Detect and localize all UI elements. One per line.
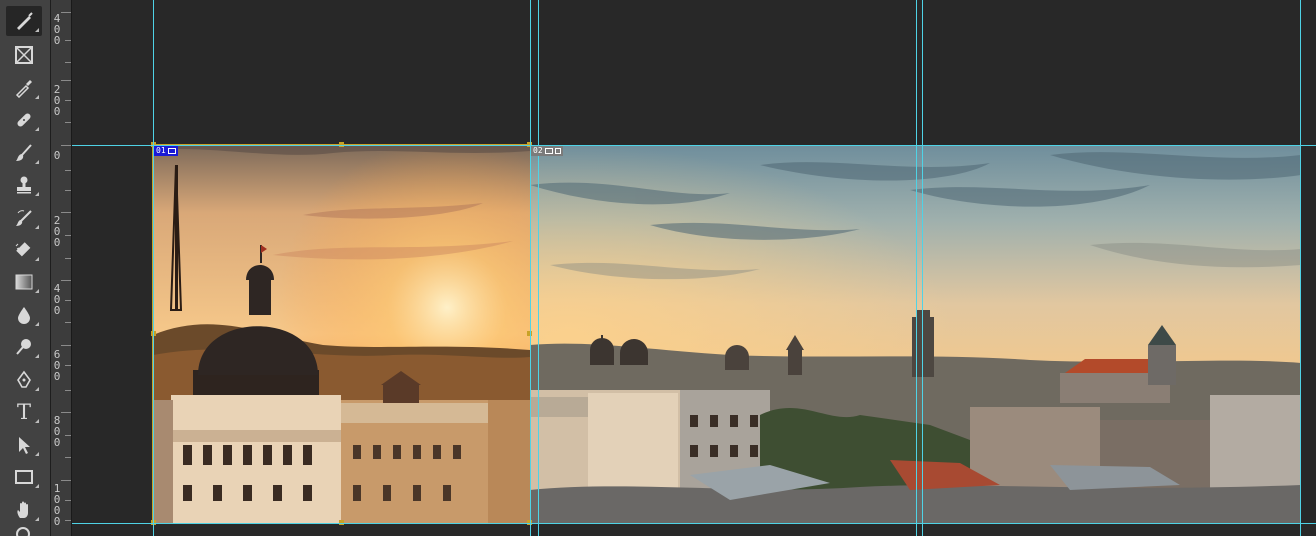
history-brush-icon [16,210,32,226]
pen-tool[interactable] [6,365,42,395]
ruler-label: 2 0 0 [53,83,61,118]
image-icon [544,148,553,154]
eyedropper-tool[interactable] [6,73,42,103]
ruler-label: 2 0 0 [53,214,61,249]
guide-vertical[interactable] [922,0,923,536]
zoom-icon [16,527,30,536]
hand-tool[interactable] [6,495,42,525]
path-selection-tool[interactable] [6,430,42,460]
guide-horizontal[interactable] [72,145,1316,146]
spot-healing-tool[interactable] [6,105,42,135]
frame-number: 01 [156,146,166,155]
type-tool[interactable]: T [6,397,42,427]
brush-tool-2[interactable] [6,138,42,168]
guide-vertical[interactable] [538,0,539,536]
pen-icon [17,370,31,388]
guide-vertical[interactable] [153,0,154,536]
frame-tool[interactable] [6,40,42,70]
smart-object-icon [554,148,561,154]
ruler-label: 8 0 0 [53,414,61,449]
vertical-ruler[interactable]: 4 0 0 2 0 0 0 2 0 0 4 0 0 6 0 0 8 0 0 1 … [51,0,72,536]
gradient-tool[interactable] [6,267,42,297]
ruler-label: 0 [53,149,61,162]
type-icon: T [16,399,31,424]
frame-icon [15,46,33,64]
guide-vertical[interactable] [916,0,917,536]
frame-number: 02 [533,146,543,155]
stamp-icon [17,176,31,194]
guide-horizontal[interactable] [72,523,1316,524]
rectangle-icon [15,470,33,484]
tools-panel: T [0,0,51,536]
frame-tag-01[interactable]: 01 [154,146,178,156]
gradient-icon [15,274,33,290]
brush-icon [17,12,33,30]
image-frame-01[interactable] [153,145,530,523]
eyedropper-icon [15,80,32,98]
ruler-label: 4 0 0 [53,282,61,317]
drop-icon [18,307,30,324]
frame-tag-02[interactable]: 02 [531,146,563,156]
guide-vertical[interactable] [530,0,531,536]
brush-tool[interactable] [6,6,42,36]
dodge-icon [16,339,31,355]
eraser-tool[interactable] [6,235,42,265]
sunset-photo [153,145,530,523]
rectangle-tool[interactable] [6,462,42,492]
clone-stamp-tool[interactable] [6,170,42,200]
hand-icon [17,501,28,518]
zoom-tool[interactable] [6,525,42,536]
ruler-label: 1 0 0 0 [53,482,61,528]
arrow-icon [19,437,30,454]
blur-tool[interactable] [6,300,42,330]
ruler-label: 6 0 0 [53,348,61,383]
eraser-icon [15,242,31,257]
image-icon [167,148,176,154]
guide-vertical[interactable] [1300,0,1301,536]
bandage-icon [17,113,31,127]
dodge-tool[interactable] [6,332,42,362]
history-brush-tool[interactable] [6,203,42,233]
paintbrush-icon [16,144,32,161]
ruler-label: 4 0 0 [53,12,61,47]
